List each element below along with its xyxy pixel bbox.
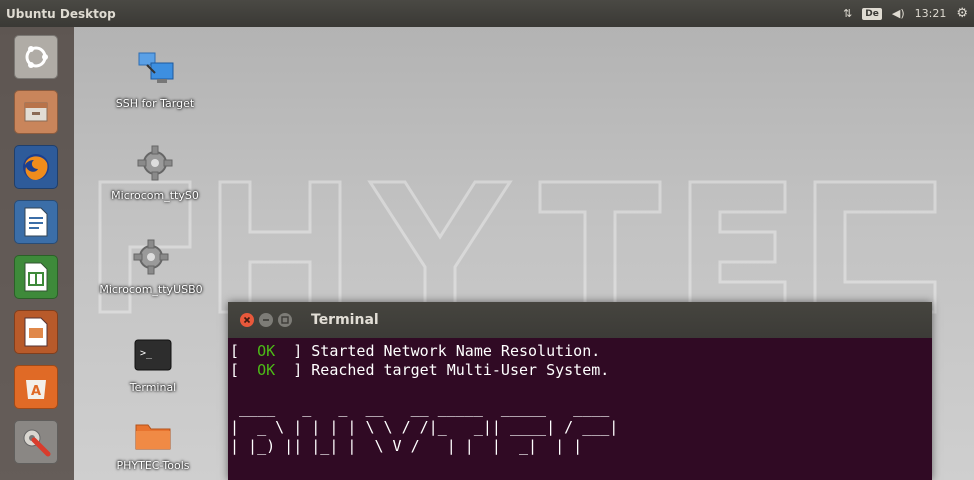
minimize-icon xyxy=(263,319,269,321)
launcher-system-settings[interactable] xyxy=(14,420,58,464)
gear-icon[interactable]: ⚙ xyxy=(956,6,968,21)
terminal-line: [ OK ] Started Network Name Resolution. xyxy=(230,342,601,360)
gear-icon xyxy=(133,239,169,275)
launcher-calc[interactable] xyxy=(14,255,58,299)
maximize-button[interactable] xyxy=(278,313,292,327)
minimize-button[interactable] xyxy=(259,313,273,327)
top-panel: Ubuntu Desktop ⇅ De ◀) 13:21 ⚙ xyxy=(0,0,974,27)
desktop-icon-label: Microcom_ttyUSB0 xyxy=(99,283,203,296)
launcher-software-center[interactable]: A xyxy=(14,365,58,409)
keyboard-layout-indicator[interactable]: De xyxy=(862,7,882,20)
close-icon xyxy=(243,316,251,324)
terminal-icon: >_ xyxy=(134,339,172,371)
desktop-icon-label: PHYTEC-Tools xyxy=(116,459,190,472)
launcher-dash-home[interactable] xyxy=(14,35,58,79)
phytec-watermark xyxy=(98,180,937,314)
calc-icon xyxy=(24,262,48,292)
files-icon xyxy=(24,102,48,122)
terminal-window[interactable]: Terminal [ OK ] Started Network Name Res… xyxy=(228,302,932,480)
desktop-icon-label: Terminal xyxy=(129,381,177,394)
writer-icon xyxy=(24,207,48,237)
firefox-icon xyxy=(23,154,49,180)
close-button[interactable] xyxy=(240,313,254,327)
terminal-output[interactable]: [ OK ] Started Network Name Resolution.[… xyxy=(228,338,932,480)
desktop-icon-phytec-tools[interactable]: PHYTEC-Tools xyxy=(88,419,218,472)
svg-text:A: A xyxy=(31,384,41,399)
folder-icon xyxy=(135,424,171,450)
settings-icon xyxy=(23,429,51,457)
launcher-files[interactable] xyxy=(14,90,58,134)
software-center-icon: A xyxy=(26,380,46,399)
terminal-line: [ OK ] Reached target Multi-User System. xyxy=(230,361,610,379)
gear-icon xyxy=(137,145,173,181)
desktop-icon-ssh[interactable]: SSH for Target xyxy=(90,49,220,110)
network-icon[interactable]: ⇅ xyxy=(843,7,852,20)
desktop-icon-terminal[interactable]: >_ Terminal xyxy=(88,339,218,394)
terminal-titlebar[interactable]: Terminal xyxy=(228,302,932,338)
launcher-firefox[interactable] xyxy=(14,145,58,189)
terminal-title: Terminal xyxy=(311,312,379,328)
network-computer-icon xyxy=(138,52,174,83)
indicator-area: ⇅ De ◀) 13:21 ⚙ xyxy=(843,6,968,21)
desktop-icon-microcom-ttyusb0[interactable]: Microcom_ttyUSB0 xyxy=(86,239,216,296)
launcher-impress[interactable] xyxy=(14,310,58,354)
svg-text:>_: >_ xyxy=(140,348,153,359)
launcher: A xyxy=(0,27,74,480)
maximize-icon xyxy=(281,316,289,324)
desktop-icon-label: SSH for Target xyxy=(115,97,195,110)
desktop-icon-label: Microcom_ttyS0 xyxy=(111,189,199,202)
phytec-ascii-banner: ____ _ _ __ __ _____ _____ ____ | _ \ | … xyxy=(230,399,619,455)
ubuntu-logo-icon xyxy=(25,46,48,68)
clock[interactable]: 13:21 xyxy=(915,7,947,20)
panel-title: Ubuntu Desktop xyxy=(6,6,116,21)
volume-icon[interactable]: ◀) xyxy=(892,7,905,20)
impress-icon xyxy=(24,317,48,347)
launcher-writer[interactable] xyxy=(14,200,58,244)
desktop-icon-microcom-ttys0[interactable]: Microcom_ttyS0 xyxy=(90,145,220,202)
